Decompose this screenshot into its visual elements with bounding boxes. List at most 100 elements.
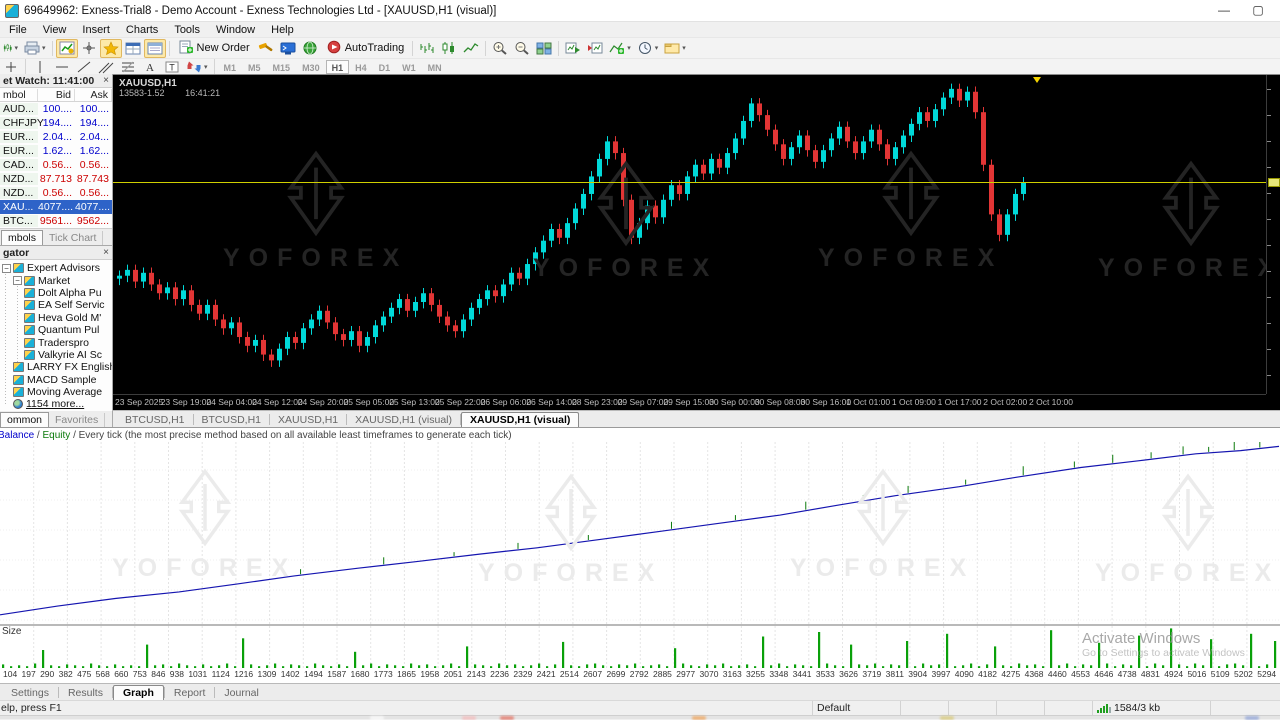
auto-scroll-button[interactable] [562, 39, 584, 58]
price-axis[interactable] [1266, 75, 1280, 394]
mql5-community-button[interactable] [299, 39, 321, 58]
templates-dropdown[interactable] [661, 39, 689, 58]
close-icon[interactable]: × [103, 247, 109, 258]
tester-tab-settings[interactable]: Settings [2, 686, 58, 700]
menu-help[interactable]: Help [263, 24, 302, 36]
new-chart-button[interactable] [56, 39, 78, 58]
market-watch-row[interactable]: EUR...2.04...2.04... [0, 130, 112, 144]
candlestick-chart[interactable] [113, 75, 1265, 394]
chart-tab[interactable]: BTCUSD,H1 [194, 413, 270, 427]
cell: 0.56... [38, 187, 75, 199]
navigator-item[interactable]: MACD Sample [0, 374, 112, 386]
chart-tab[interactable]: XAUUSD,H1 (visual) [347, 413, 460, 427]
market-watch-row[interactable]: XAU...4077....4077.... [0, 200, 112, 214]
terminal-button[interactable] [277, 39, 299, 58]
chart-shift-button[interactable] [584, 39, 606, 58]
navigator-item[interactable]: 1154 more... [0, 398, 112, 410]
time-axis-label: 28 Sep 23:00 [572, 397, 623, 407]
market-watch-header: et Watch: 11:41:00 × [0, 74, 112, 88]
periods-dropdown[interactable] [634, 39, 662, 58]
collapse-icon[interactable]: − [13, 276, 22, 285]
chart-window[interactable]: YOFOREX YOFOREX YOFOREX YOFOREX XAUUSD,H… [113, 74, 1280, 410]
market-watch-row[interactable]: AUD...100....100.... [0, 102, 112, 116]
tab-tick-chart[interactable]: Tick Chart [43, 231, 103, 245]
favorites-button[interactable] [100, 39, 122, 58]
time-axis[interactable]: 23 Sep 202523 Sep 19:0024 Sep 04:0024 Se… [113, 394, 1266, 410]
line-chart-button[interactable] [460, 39, 482, 58]
menu-charts[interactable]: Charts [118, 24, 166, 36]
timeframe-h1[interactable]: H1 [326, 60, 350, 74]
minimize-button[interactable]: — [1207, 0, 1241, 22]
menu-window[interactable]: Window [208, 24, 263, 36]
chart-tab[interactable]: XAUUSD,H1 (visual) [461, 412, 579, 427]
cell: AUD... [0, 103, 38, 115]
crosshair-button[interactable] [78, 39, 100, 58]
timeframe-mn[interactable]: MN [422, 60, 448, 74]
title-bar: 69649962: Exness-Trial8 - Demo Account -… [0, 0, 1280, 22]
tester-tab-graph[interactable]: Graph [113, 685, 164, 700]
market-watch-row[interactable]: NZD...87.71387.743 [0, 172, 112, 186]
navigator-item[interactable]: Moving Average [0, 386, 112, 398]
tester-tab-report[interactable]: Report [165, 686, 215, 700]
menu-view[interactable]: View [35, 24, 75, 36]
trade-number-label: 5016 [1187, 669, 1206, 682]
timeframe-d1[interactable]: D1 [373, 60, 397, 74]
autotrading-button[interactable]: AutoTrading [321, 39, 410, 58]
tab-favorites[interactable]: Favorites [49, 413, 105, 427]
maximize-button[interactable]: ▢ [1241, 0, 1275, 22]
chart-type-dropdown[interactable] [0, 39, 21, 58]
navigator-item[interactable]: LARRY FX English [0, 361, 112, 373]
collapse-icon[interactable]: − [2, 264, 11, 273]
tester-tab-journal[interactable]: Journal [215, 686, 267, 700]
trade-size-graph[interactable] [0, 626, 1280, 669]
zoom-out-button[interactable] [511, 39, 533, 58]
timeframe-h4[interactable]: H4 [349, 60, 373, 74]
close-icon[interactable]: × [103, 75, 109, 86]
timeframe-w1[interactable]: W1 [396, 60, 422, 74]
navigator-item[interactable]: −Expert Advisors [0, 262, 112, 274]
zoom-in-button[interactable] [489, 39, 511, 58]
toolbar-separator [52, 41, 53, 56]
column-symbol[interactable]: mbol [0, 89, 38, 101]
trade-number-label: 3997 [932, 669, 951, 682]
market-watch-row[interactable]: EUR...1.62...1.62... [0, 144, 112, 158]
timeframe-m30[interactable]: M30 [296, 60, 326, 74]
timeframe-m1[interactable]: M1 [218, 60, 243, 74]
timeframe-m5[interactable]: M5 [242, 60, 267, 74]
indicators-dropdown[interactable] [606, 39, 634, 58]
tab-common[interactable]: ommon [0, 412, 49, 427]
equity-legend: Equity [42, 430, 70, 441]
balance-graph[interactable] [0, 442, 1280, 624]
column-ask[interactable]: Ask [75, 89, 112, 101]
market-watch-row[interactable]: CHFJPY194....194.... [0, 116, 112, 130]
metaeditor-button[interactable] [255, 39, 277, 58]
data-window-button[interactable] [144, 39, 166, 58]
market-watch-row[interactable]: BTC...9561...9562... [0, 214, 112, 228]
navigator-item[interactable]: −Market [0, 274, 112, 286]
market-watch-row[interactable]: CAD...0.56...0.56... [0, 158, 112, 172]
navigator-title: gator [3, 247, 29, 259]
market-watch-panel: et Watch: 11:41:00 × mbol Bid Ask AUD...… [0, 74, 112, 245]
print-dropdown[interactable] [21, 39, 49, 58]
tester-tab-results[interactable]: Results [59, 686, 112, 700]
chart-tab[interactable]: BTCUSD,H1 [117, 413, 193, 427]
bar-chart-button[interactable] [416, 39, 438, 58]
menu-insert[interactable]: Insert [74, 24, 118, 36]
market-watch-row[interactable]: NZD...0.56...0.56... [0, 186, 112, 200]
expert-advisor-icon [24, 338, 35, 348]
timeframe-m15[interactable]: M15 [267, 60, 297, 74]
tile-windows-button[interactable] [533, 39, 555, 58]
trade-number-label: 1587 [327, 669, 346, 682]
new-order-button[interactable]: New Order [173, 39, 255, 58]
market-watch-button[interactable] [122, 39, 144, 58]
trade-number-label: 1865 [397, 669, 416, 682]
tab-symbols[interactable]: mbols [1, 230, 43, 245]
status-profile[interactable]: Default [812, 701, 900, 715]
trade-number-label: 3441 [793, 669, 812, 682]
cell: 4077.... [75, 201, 112, 213]
menu-tools[interactable]: Tools [166, 24, 208, 36]
chart-tab[interactable]: XAUUSD,H1 [270, 413, 346, 427]
menu-file[interactable]: File [1, 24, 35, 36]
candlestick-button[interactable] [438, 39, 460, 58]
column-bid[interactable]: Bid [38, 89, 75, 101]
